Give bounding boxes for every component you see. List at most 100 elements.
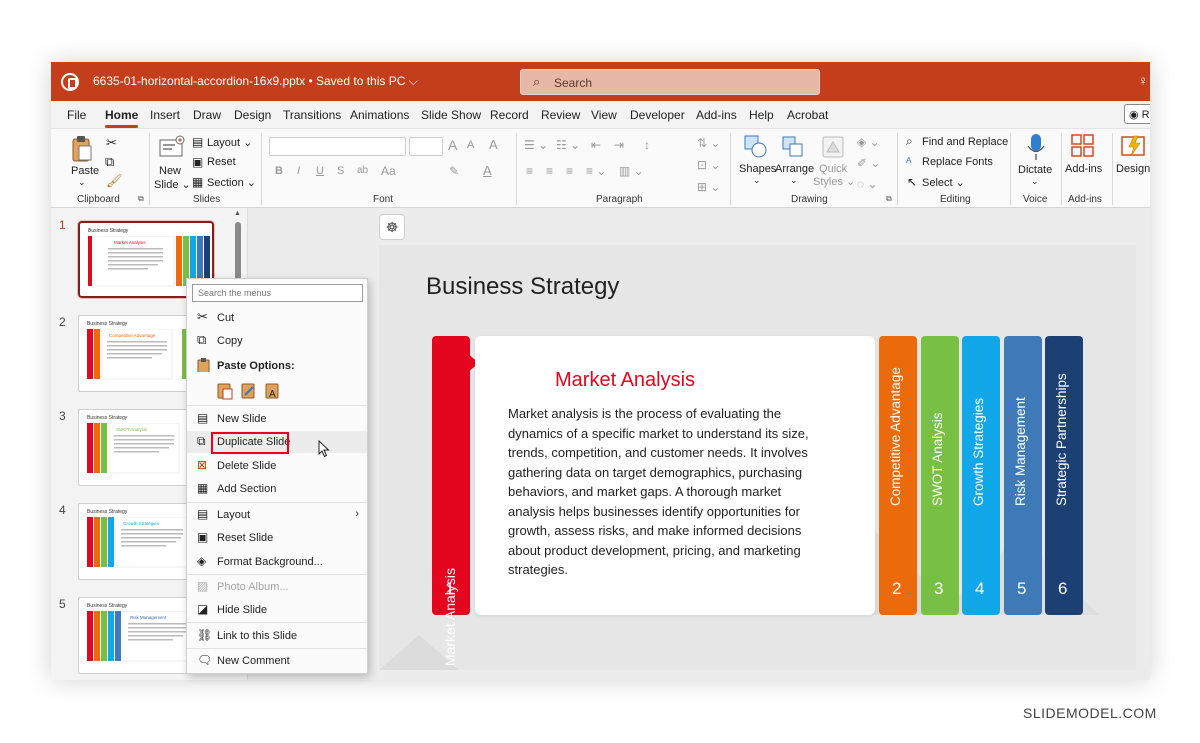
tab-file[interactable]: File bbox=[67, 108, 86, 122]
accordion-tab-3[interactable]: SWOT Analysis 3 bbox=[921, 336, 959, 615]
clear-format-icon[interactable]: A bbox=[489, 137, 498, 152]
arrange-dropdown-icon[interactable]: ⌄ bbox=[790, 175, 798, 186]
search-box[interactable]: ⌕ Search bbox=[520, 69, 820, 95]
tab-record[interactable]: Record bbox=[490, 108, 529, 122]
dictate-button[interactable]: Dictate bbox=[1018, 164, 1052, 176]
accordion-tab-6[interactable]: Strategic Partnerships 6 bbox=[1045, 336, 1083, 615]
shape-outline-icon[interactable]: ✐ ⌄ bbox=[857, 156, 880, 170]
align-text-icon[interactable]: ⊡ ⌄ bbox=[697, 158, 720, 172]
align-center-icon[interactable]: ≡ bbox=[546, 164, 553, 178]
accordion-tab-2[interactable]: Competitive Advantage 2 bbox=[879, 336, 917, 615]
increase-indent-icon[interactable]: ⇥ bbox=[614, 138, 624, 152]
justify-icon[interactable]: ≡ ⌄ bbox=[586, 164, 606, 178]
cut-icon[interactable]: ✂ bbox=[106, 135, 117, 151]
slide-title[interactable]: Business Strategy bbox=[426, 273, 619, 301]
italic-button[interactable]: I bbox=[297, 165, 300, 177]
tab-review[interactable]: Review bbox=[541, 108, 580, 122]
shapes-button[interactable]: Shapes bbox=[739, 163, 776, 175]
menu-item-delete-slide[interactable]: ⊠ Delete Slide bbox=[187, 455, 367, 477]
tab-insert[interactable]: Insert bbox=[150, 108, 180, 122]
drawing-launcher-icon[interactable]: ⧉ bbox=[886, 194, 892, 204]
tab-add-ins[interactable]: Add-ins bbox=[696, 108, 737, 122]
tab-view[interactable]: View bbox=[591, 108, 617, 122]
menu-item-format-background[interactable]: ◈ Format Background... bbox=[187, 551, 367, 573]
font-size-combo[interactable] bbox=[409, 137, 443, 156]
copilot-icon[interactable]: ☸ bbox=[379, 214, 405, 240]
format-painter-icon[interactable]: 🖌 bbox=[106, 173, 123, 189]
paste-dropdown-icon[interactable]: ⌄ bbox=[78, 177, 86, 188]
shape-effects-icon[interactable]: ◌ ⌄ bbox=[857, 177, 878, 191]
select-button[interactable]: Select ⌄ bbox=[922, 176, 965, 189]
shapes-dropdown-icon[interactable]: ⌄ bbox=[753, 175, 761, 186]
new-slide-button[interactable]: New bbox=[159, 165, 181, 177]
designer-icon[interactable] bbox=[1121, 134, 1147, 158]
menu-item-copy[interactable]: ⧉ Copy bbox=[187, 330, 367, 352]
quick-styles-button[interactable]: Quick bbox=[819, 163, 847, 175]
bold-button[interactable]: B bbox=[275, 165, 283, 177]
find-replace-button[interactable]: Find and Replace bbox=[922, 136, 1008, 148]
document-title[interactable]: 6635-01-horizontal-accordion-16x9.pptx •… bbox=[93, 74, 418, 89]
bullets-icon[interactable]: ☰ ⌄ bbox=[524, 138, 548, 152]
record-button[interactable]: ◉ Re bbox=[1124, 104, 1150, 124]
shrink-font-icon[interactable]: A bbox=[467, 139, 474, 151]
content-card[interactable]: Market Analysis Market analysis is the p… bbox=[475, 336, 875, 615]
scroll-up-icon[interactable]: ▲ bbox=[234, 210, 241, 217]
dictate-dropdown-icon[interactable]: ⌄ bbox=[1031, 176, 1039, 187]
decrease-indent-icon[interactable]: ⇤ bbox=[591, 138, 601, 152]
tab-help[interactable]: Help bbox=[749, 108, 774, 122]
arrange-button[interactable]: Arrange bbox=[775, 163, 814, 175]
highlight-icon[interactable]: ✎ bbox=[449, 164, 459, 178]
menu-search-input[interactable]: Search the menus bbox=[192, 284, 363, 302]
scrollbar-thumb[interactable] bbox=[235, 222, 241, 282]
tab-transitions[interactable]: Transitions bbox=[283, 108, 341, 122]
replace-fonts-button[interactable]: Replace Fonts bbox=[922, 156, 993, 168]
menu-item-cut[interactable]: ✂ Cut bbox=[187, 307, 367, 329]
accordion-tab-5[interactable]: Risk Management 5 bbox=[1004, 336, 1042, 615]
menu-item-add-section[interactable]: ▦ Add Section bbox=[187, 478, 367, 500]
accordion-tab-1[interactable]: Market Analysis 1 bbox=[432, 336, 470, 666]
new-slide-dropdown[interactable]: Slide ⌄ bbox=[154, 178, 191, 191]
tab-home[interactable]: Home bbox=[105, 108, 139, 128]
underline-button[interactable]: U bbox=[316, 165, 324, 177]
menu-item-new-slide[interactable]: ▤ New Slide bbox=[187, 408, 367, 430]
tab-slide-show[interactable]: Slide Show bbox=[421, 108, 481, 122]
layout-button[interactable]: Layout ⌄ bbox=[207, 136, 252, 149]
font-color-icon[interactable]: A bbox=[483, 163, 492, 178]
shape-fill-icon[interactable]: ◈ ⌄ bbox=[857, 135, 880, 149]
add-ins-button[interactable]: Add-ins bbox=[1065, 163, 1102, 175]
reset-button[interactable]: Reset bbox=[207, 156, 236, 168]
accordion-tab-4[interactable]: Growth Strategies 4 bbox=[962, 336, 1000, 615]
new-slide-icon[interactable] bbox=[159, 135, 185, 161]
font-name-combo[interactable] bbox=[269, 137, 406, 156]
shapes-icon[interactable] bbox=[744, 135, 768, 159]
lightbulb-icon[interactable]: ♀ bbox=[1138, 73, 1148, 88]
slide-canvas[interactable]: Business Strategy Market Analysis 1 Mark… bbox=[379, 245, 1136, 670]
align-right-icon[interactable]: ≡ bbox=[566, 164, 573, 178]
tab-design[interactable]: Design bbox=[234, 108, 271, 122]
tab-acrobat[interactable]: Acrobat bbox=[787, 108, 828, 122]
text-direction-icon[interactable]: ⇅ ⌄ bbox=[697, 136, 720, 150]
smartart-icon[interactable]: ⊞ ⌄ bbox=[697, 180, 720, 194]
line-spacing-icon[interactable]: ↕ bbox=[644, 138, 650, 152]
designer-button[interactable]: Designe bbox=[1116, 163, 1150, 175]
section-button[interactable]: Section ⌄ bbox=[207, 176, 256, 189]
columns-icon[interactable]: ▥ ⌄ bbox=[619, 164, 644, 178]
character-spacing-button[interactable]: ab bbox=[357, 165, 368, 176]
quick-styles-dropdown[interactable]: Styles ⌄ bbox=[813, 175, 855, 188]
tab-animations[interactable]: Animations bbox=[350, 108, 409, 122]
copy-icon[interactable]: ⧉ bbox=[105, 154, 114, 170]
menu-item-link-to-slide[interactable]: ⛓ Link to this Slide bbox=[187, 625, 367, 647]
tab-draw[interactable]: Draw bbox=[193, 108, 221, 122]
menu-item-new-comment[interactable]: 🗨 New Comment bbox=[187, 650, 367, 672]
menu-item-hide-slide[interactable]: ◪ Hide Slide bbox=[187, 599, 367, 621]
align-left-icon[interactable]: ≡ bbox=[526, 164, 533, 178]
tab-developer[interactable]: Developer bbox=[630, 108, 685, 122]
paste-icon[interactable] bbox=[71, 135, 93, 163]
paste-button[interactable]: Paste bbox=[71, 165, 99, 177]
strikethrough-button[interactable]: S bbox=[337, 165, 344, 177]
menu-item-layout[interactable]: ▤ Layout › bbox=[187, 504, 367, 526]
quick-styles-icon[interactable] bbox=[821, 135, 845, 159]
grow-font-icon[interactable]: A bbox=[448, 137, 457, 153]
paste-option-icons[interactable]: A bbox=[217, 381, 287, 401]
add-ins-icon[interactable] bbox=[1071, 134, 1095, 158]
